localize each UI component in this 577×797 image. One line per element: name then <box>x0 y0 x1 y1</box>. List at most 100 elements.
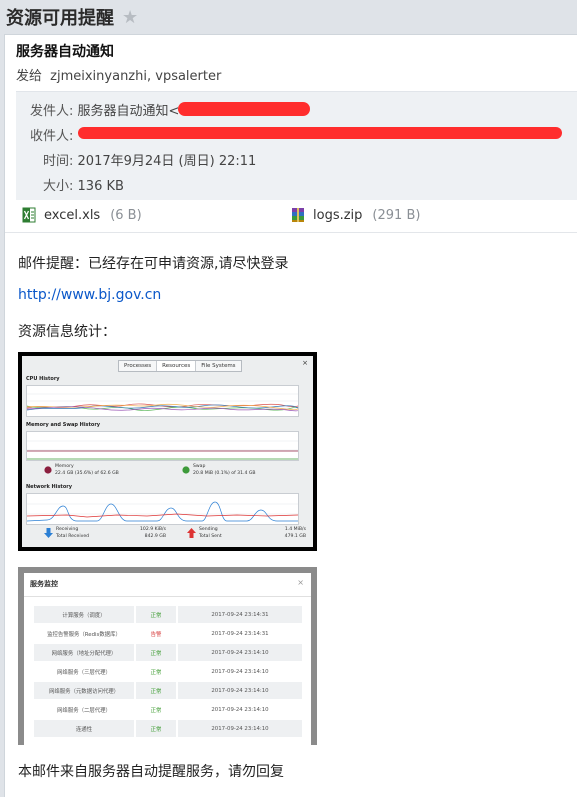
recipient-row: 收件人: <box>30 125 73 144</box>
service-time: 2017-09-24 23:14:31 <box>177 624 302 644</box>
tab-resources: Resources <box>157 361 197 371</box>
to-prefix: 发给 <box>16 69 43 84</box>
swap-pie-icon <box>182 466 190 474</box>
size-label: 大小: <box>43 179 74 194</box>
redaction-mark <box>178 102 310 116</box>
body-link[interactable]: http://www.bj.gov.cn <box>18 287 161 303</box>
table-row: 计算服务（调度） 正常 2017-09-24 23:14:31 <box>34 606 302 625</box>
table-row: 网络服务（元数据访问代理） 正常 2017-09-24 23:14:10 <box>34 681 302 701</box>
service-name: 网络服务（地址分配代理） <box>34 643 135 663</box>
service-time: 2017-09-24 23:14:31 <box>177 606 302 625</box>
memory-history-title: Memory and Swap History <box>26 422 101 428</box>
star-icon[interactable]: ★ <box>122 7 138 28</box>
service-status: 告警 <box>134 624 178 644</box>
mail-card: 服务器自动通知 发给 zjmeixinyanzhi, vpsalerter 发件… <box>4 34 577 797</box>
attachments-bar: excel.xls (6 B) logs.zip (291 B) <box>16 201 577 233</box>
service-status: 正常 <box>134 681 178 701</box>
system-monitor-image: Processes Resources File Systems × CPU H… <box>18 352 317 551</box>
service-name: 网络服务（三层代理） <box>34 662 135 682</box>
sending-row: Sending 1.4 MiB/s <box>199 526 306 533</box>
tab-processes: Processes <box>119 361 158 371</box>
mail-subject-bar: 资源可用提醒 ★ <box>0 0 577 34</box>
size-value: 136 KB <box>77 179 124 194</box>
swap-legend: Swap 20.8 MiB (0.1%) of 31.4 GB <box>193 463 256 477</box>
receiving-rate: 102.9 KiB/s <box>140 527 166 532</box>
from-row: 发件人: 服务器自动通知< <box>30 100 179 119</box>
memory-history-graph <box>26 431 299 461</box>
cpu-history-graph <box>26 385 300 417</box>
service-status-table: 计算服务（调度） 正常 2017-09-24 23:14:31 监控告警服务（Redi… <box>34 606 302 739</box>
attachment-size: (291 B) <box>372 207 421 223</box>
service-name: 网络服务（二层代理） <box>34 700 135 720</box>
receive-arrow-icon <box>44 528 53 538</box>
attachment-name[interactable]: logs.zip <box>313 208 362 223</box>
from-value[interactable]: 服务器自动通知< <box>78 104 180 119</box>
attachment-excel[interactable]: excel.xls (6 B) <box>22 207 142 223</box>
network-history-graph <box>26 493 299 525</box>
size-row: 大小: 136 KB <box>43 175 124 194</box>
from-label: 发件人: <box>30 104 74 119</box>
sending-rate: 1.4 MiB/s <box>284 527 306 532</box>
swap-value: 20.8 MiB (0.1%) of 31.4 GB <box>193 471 256 476</box>
mail-subject: 资源可用提醒 <box>6 8 114 29</box>
memory-lines <box>27 440 298 460</box>
table-row: 连通性 正常 2017-09-24 23:14:10 <box>34 719 302 739</box>
tab-file-systems: File Systems <box>201 363 236 369</box>
send-arrow-icon <box>187 528 196 538</box>
service-rows: 计算服务（调度） 正常 2017-09-24 23:14:31 监控告警服务（Redi… <box>34 606 302 739</box>
sending-legend: Sending 1.4 MiB/s Total Sent 479.1 GB <box>199 526 306 540</box>
total-received: 842.9 GB <box>144 534 166 539</box>
table-row: 网络服务（三层代理） 正常 2017-09-24 23:14:10 <box>34 662 302 682</box>
service-status: 正常 <box>134 643 178 663</box>
total-sent: 479.1 GB <box>284 534 306 539</box>
redaction-mark <box>78 127 562 139</box>
time-label: 时间: <box>43 154 74 169</box>
memory-legend: Memory 22.4 GB (35.6%) of 62.6 GB <box>55 463 119 477</box>
service-status: 正常 <box>134 606 178 625</box>
service-time: 2017-09-24 23:14:10 <box>177 719 302 739</box>
table-row: 网络服务（二层代理） 正常 2017-09-24 23:14:10 <box>34 700 302 720</box>
to-names[interactable]: zjmeixinyanzhi, vpsalerter <box>50 69 221 84</box>
body-footer: 本邮件来自服务器自动提醒服务，请勿回复 <box>18 764 284 780</box>
attachment-zip[interactable]: logs.zip (291 B) <box>291 207 420 223</box>
total-received-label: Total Received <box>56 534 90 539</box>
zip-archive-icon <box>292 208 304 222</box>
table-row: 网络服务（地址分配代理） 正常 2017-09-24 23:14:10 <box>34 643 302 663</box>
total-sent-label: Total Sent <box>199 534 222 539</box>
memory-label: Memory <box>55 464 74 469</box>
network-lines <box>26 501 299 522</box>
system-monitor-window: Processes Resources File Systems × CPU H… <box>22 356 313 547</box>
time-value: 2017年9月24日 (周日) 22:11 <box>77 154 257 169</box>
mail-meta-panel: 发件人: 服务器自动通知< 收件人: 时间: 2017年9月24日 (周日) 2… <box>16 91 577 200</box>
service-monitor-image: 服务监控 × 计算服务（调度） 正常 2017-09-24 23:14:31 监控告警… <box>18 567 317 745</box>
body-notice: 邮件提醒：已经存在可申请资源,请尽快登录 <box>18 256 289 272</box>
service-name: 连通性 <box>34 719 135 739</box>
divider <box>24 596 311 597</box>
service-monitor-panel: 服务监控 × 计算服务（调度） 正常 2017-09-24 23:14:31 监控告警… <box>24 573 311 745</box>
service-time: 2017-09-24 23:14:10 <box>177 681 302 701</box>
table-row: 监控告警服务（Redis数据库） 告警 2017-09-24 23:14:31 <box>34 624 302 644</box>
receiving-legend: Receiving 102.9 KiB/s Total Received 842.9… <box>56 526 166 540</box>
service-panel-title: 服务监控 <box>30 580 58 588</box>
service-name: 监控告警服务（Redis数据库） <box>34 624 135 644</box>
sender-name[interactable]: 服务器自动通知 <box>16 41 114 61</box>
service-time: 2017-09-24 23:14:10 <box>177 662 302 682</box>
recipients-summary: 发给 zjmeixinyanzhi, vpsalerter <box>16 65 221 84</box>
service-status: 正常 <box>134 662 178 682</box>
divider <box>5 232 577 233</box>
network-history-title: Network History <box>26 484 72 490</box>
body-stats-heading: 资源信息统计： <box>18 324 116 340</box>
monitor-tabs: Processes Resources File Systems <box>118 360 242 372</box>
cpu-lines <box>26 393 300 412</box>
attachment-size: (6 B) <box>110 207 142 223</box>
sending-label: Sending <box>199 527 218 532</box>
attachment-name[interactable]: excel.xls <box>44 208 100 223</box>
excel-file-icon <box>22 207 36 223</box>
service-time: 2017-09-24 23:14:10 <box>177 700 302 720</box>
receiving-label: Receiving <box>56 527 79 532</box>
close-icon: × <box>297 578 304 587</box>
swap-label: Swap <box>193 464 206 469</box>
receiving-row: Receiving 102.9 KiB/s <box>56 526 166 533</box>
service-name: 网络服务（元数据访问代理） <box>34 681 135 701</box>
service-status: 正常 <box>134 700 178 720</box>
